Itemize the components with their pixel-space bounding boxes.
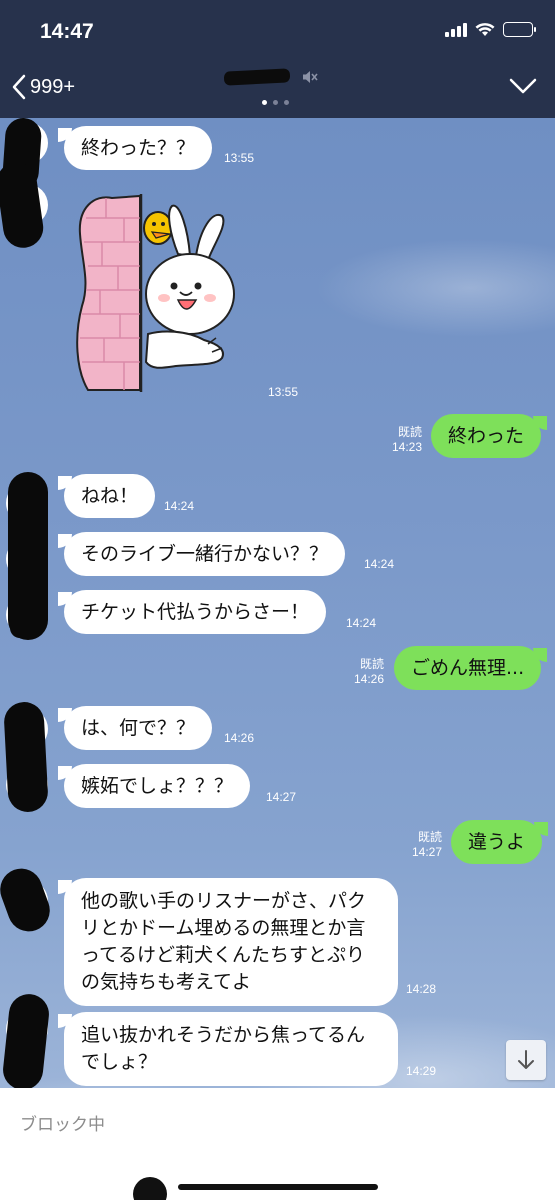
redaction-mark — [0, 159, 46, 251]
message-bubble[interactable]: ごめん無理... — [394, 646, 548, 690]
message-line: ってるけど莉犬くんたちすとぷり — [81, 944, 366, 966]
contact-name-redacted — [223, 68, 296, 86]
message-bubble[interactable]: 終わった？？ — [57, 126, 213, 170]
message-bubble[interactable]: そのライブ一緒行かない？？ — [57, 532, 346, 576]
back-button[interactable]: 999+ — [12, 74, 75, 100]
message-line: 追い抜かれそうだから焦ってるん — [81, 1024, 366, 1046]
message-bubble[interactable]: ねね！ — [57, 474, 156, 518]
message-bubble[interactable]: 嫉妬でしょ？？？ — [57, 764, 251, 808]
message-time: 14:29 — [406, 1064, 437, 1078]
message-bubble[interactable]: 終わった — [431, 414, 548, 458]
cony-sticker — [76, 194, 235, 392]
status-time: 14:47 — [40, 20, 94, 43]
redaction-mark — [10, 618, 42, 638]
battery-icon — [503, 22, 536, 37]
message-line: リとかドーム埋めるの無理とか言 — [81, 917, 366, 939]
mute-icon — [303, 71, 318, 83]
message-time: 14:24 — [346, 616, 377, 630]
message-time: 14:28 — [406, 982, 437, 996]
message-bubble[interactable]: 他の歌い手のリスナーがさ、パク リとかドーム埋めるの無理とか言 ってるけど莉犬く… — [58, 878, 398, 1006]
message-time: 14:27 — [266, 790, 297, 804]
message-line: の気持ちも考えてよ — [81, 971, 252, 993]
unread-count: 999+ — [30, 75, 76, 98]
message-line: でしょ？ — [81, 1051, 158, 1073]
read-receipt: 既読 — [359, 657, 384, 671]
message-time: 14:27 — [411, 845, 442, 859]
wifi-icon — [475, 23, 495, 36]
chat-header: 999+ — [0, 62, 555, 118]
arrow-down-icon — [518, 1050, 534, 1069]
message-bubble[interactable]: 違うよ — [451, 820, 549, 864]
message-time: 14:24 — [164, 499, 195, 513]
page-indicator — [262, 100, 289, 105]
chat-messages[interactable]: 終わった？？ 13:55 13:55 既読 14:23 終わった ねね！ 14:… — [0, 118, 555, 1088]
read-receipt: 既読 — [417, 830, 442, 844]
read-receipt: 既読 — [397, 425, 422, 439]
status-bar: 14:47 — [0, 0, 555, 62]
avatar — [133, 1177, 167, 1200]
message-time: 13:55 — [268, 385, 299, 399]
message-bubble[interactable]: 追い抜かれそうだから焦ってるん でしょ？ — [58, 1012, 398, 1086]
scroll-to-bottom-button[interactable] — [506, 1040, 546, 1080]
redaction-mark — [1, 992, 51, 1088]
message-line: 他の歌い手のリスナーがさ、パク — [81, 890, 367, 912]
blocked-status: ブロック中 — [20, 1115, 105, 1135]
message-bubble[interactable]: チケット代払うからさー！ — [57, 590, 327, 634]
message-time: 14:23 — [391, 440, 422, 454]
message-time: 13:55 — [224, 151, 255, 165]
message-time: 14:26 — [224, 731, 255, 745]
redaction-mark — [8, 472, 48, 640]
redaction-mark — [3, 701, 49, 813]
message-time: 14:26 — [353, 672, 384, 686]
home-indicator[interactable] — [178, 1184, 378, 1190]
chevron-left-icon — [12, 74, 26, 100]
redaction-mark — [0, 862, 56, 938]
signal-icon — [445, 22, 467, 37]
message-bubble[interactable]: は、何で？？ — [57, 706, 213, 750]
status-icons — [445, 22, 536, 37]
chevron-down-icon[interactable] — [509, 78, 537, 94]
message-time: 14:24 — [364, 557, 395, 571]
input-area: ブロック中 — [0, 1088, 555, 1200]
